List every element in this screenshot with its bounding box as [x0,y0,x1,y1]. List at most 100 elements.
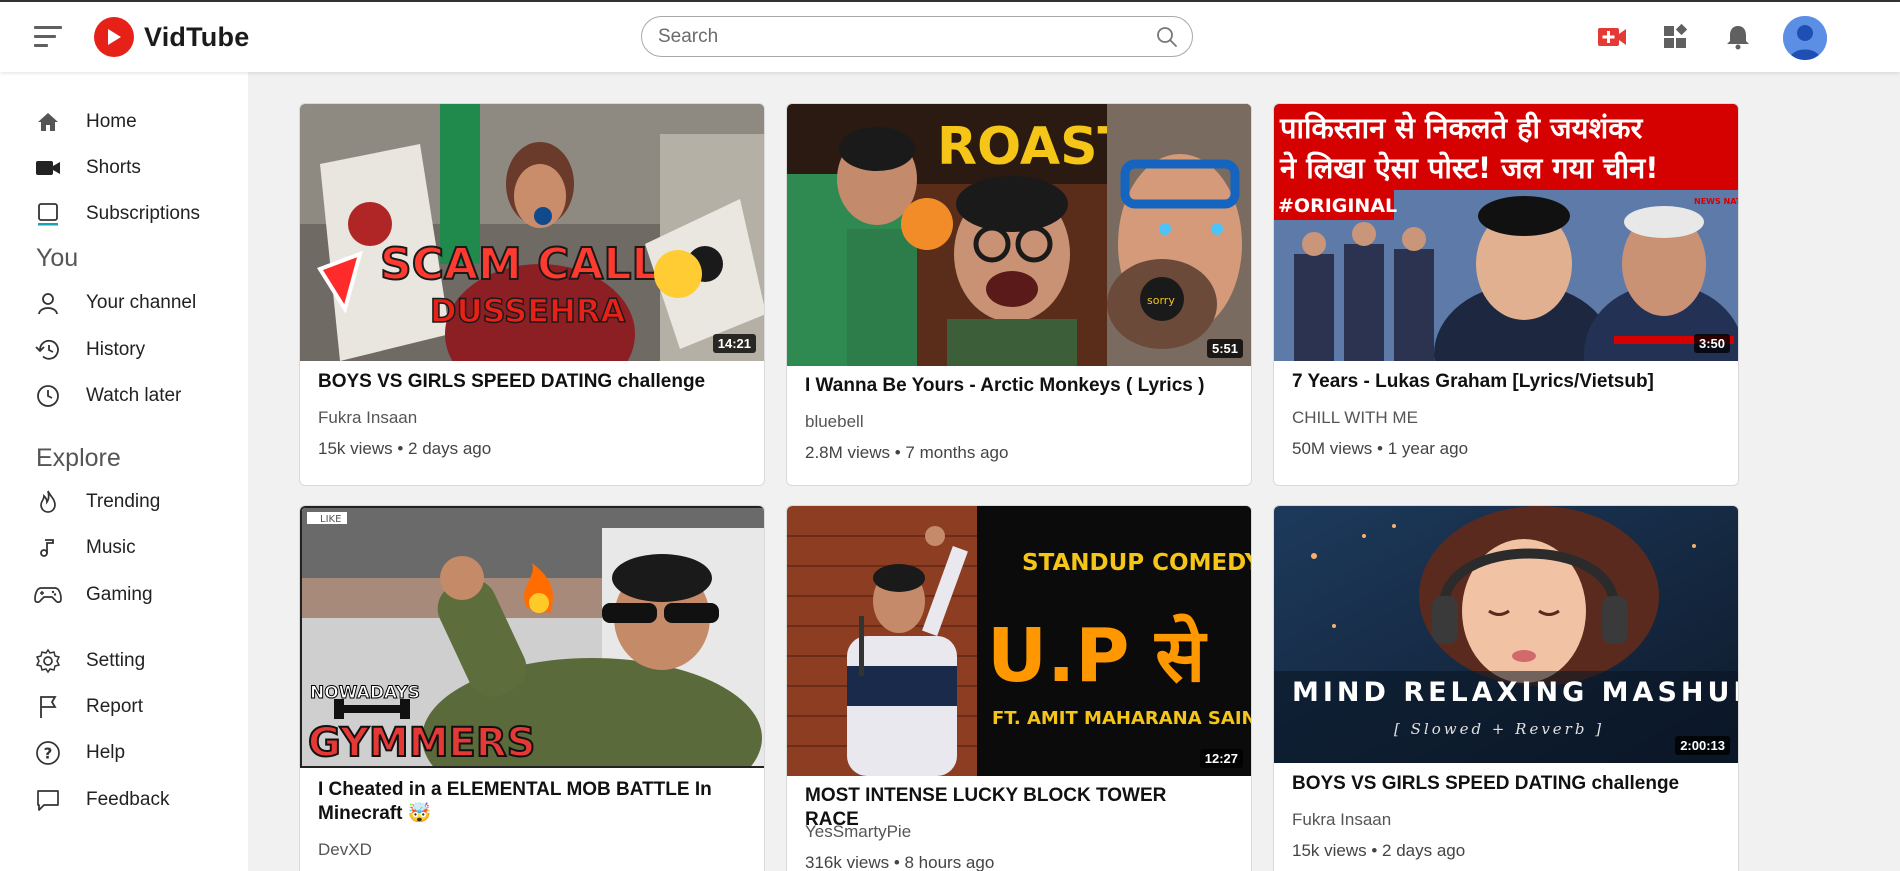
sidebar-item-home[interactable]: Home [34,105,244,139]
top-header: VidTube [0,2,1900,72]
sidebar-item-label: History [86,339,146,360]
sidebar-item-report[interactable]: Report [34,690,244,724]
video-meta: 15k views • 2 days ago [318,439,492,458]
thumbnail-text: U.P से [987,613,1208,699]
thumbnail-text: FT. AMIT MAHARANA SAINI [992,708,1252,729]
sidebar-item-label: Home [86,111,137,132]
sidebar-item-label: Music [86,537,136,558]
video-channel[interactable]: Fukra Insaan [318,408,417,428]
thumbnail-text: NEWS NATION DIGITAL [1694,197,1739,206]
sidebar-item-label: Shorts [86,157,141,178]
thumbnail-text: SCAM CALL [380,239,660,290]
thumbnail-text: ROAST [937,117,1134,177]
user-avatar-icon[interactable] [1783,16,1827,60]
sidebar-item-history[interactable]: History [34,333,244,367]
video-camera-add-icon[interactable] [1597,24,1627,50]
sidebar-section-you: You [36,244,79,272]
thumbnail-text: sorry [1147,294,1175,307]
sidebar-item-watch-later[interactable]: Watch later [34,379,244,413]
sidebar-item-label: Help [86,742,126,763]
video-channel[interactable]: DevXD [318,840,372,860]
home-icon [34,108,62,136]
sidebar-item-your-channel[interactable]: Your channel [34,286,244,320]
logo[interactable]: VidTube [94,17,249,57]
sidebar-item-label: Report [86,696,144,717]
thumbnail-text: DUSSEHRA [430,292,625,330]
sidebar-item-label: Gaming [86,584,153,605]
flag-icon [34,693,62,721]
video-duration: 12:27 [1199,749,1243,768]
thumbnail-text: पाकिस्तान से निकलते ही जयशंकर [1279,111,1643,145]
thumbnail-text: STANDUP COMEDY [1022,550,1252,576]
thumbnail-text: LIKE [320,514,341,525]
sidebar-item-label: Setting [86,650,146,671]
sidebar-item-trending[interactable]: Trending [34,485,244,519]
sidebar-item-label: Trending [86,491,161,512]
thumbnail-text: MIND RELAXING MASHUP [1292,677,1739,708]
menu-icon[interactable] [34,24,64,50]
video-title[interactable]: BOYS VS GIRLS SPEED DATING challenge [1292,772,1712,796]
video-card[interactable]: MIND RELAXING MASHUP [ Slowed + Reverb ]… [1273,505,1739,871]
user-icon [34,289,62,317]
flame-icon [34,488,62,516]
video-channel[interactable]: bluebell [805,412,864,432]
video-duration: 14:21 [712,334,756,353]
video-card[interactable]: ROAST sorry 5:51 I Wanna Be Yours - Arct… [786,103,1252,486]
sidebar-section-explore: Explore [36,444,121,472]
sidebar-item-help[interactable]: ? Help [34,736,244,770]
video-card[interactable]: पाकिस्तान से निकलते ही जयशंकर ने लिखा ऐस… [1273,103,1739,486]
video-duration: 5:51 [1206,339,1243,358]
shorts-icon [34,154,62,182]
search-icon[interactable] [1156,26,1178,48]
video-title[interactable]: BOYS VS GIRLS SPEED DATING challenge [318,370,738,394]
thumbnail-text: ने लिखा ऐसा पोस्ट! जल गया चीन! [1279,151,1658,185]
apps-grid-icon[interactable] [1661,24,1691,50]
sidebar-item-gaming[interactable]: Gaming [34,578,244,612]
video-meta: 50M views • 1 year ago [1292,439,1469,458]
sidebar-item-subscriptions[interactable]: Subscriptions [34,197,244,231]
video-card[interactable]: STANDUP COMEDY U.P से FT. AMIT MAHARANA … [786,505,1252,871]
history-icon [34,336,62,364]
gamepad-icon [34,581,62,609]
thumbnail-text: [ Slowed + Reverb ] [1394,720,1604,738]
video-thumbnail[interactable]: SCAM CALL DUSSEHRA 14:21 [300,104,764,361]
thumbnail-text: GYMMERS [308,720,535,766]
help-icon: ? [34,739,62,767]
music-note-icon [34,534,62,562]
video-card[interactable]: SCAM CALL DUSSEHRA 14:21 BOYS VS GIRLS S… [299,103,765,486]
video-meta: 15k views • 2 days ago [1292,841,1466,860]
video-channel[interactable]: YesSmartyPie [805,822,911,842]
video-channel[interactable]: CHILL WITH ME [1292,408,1418,428]
video-meta: 2.8M views • 7 months ago [805,443,1009,462]
video-card[interactable]: LIKE NOWADAYS GYMMERS I Cheated in a ELE… [299,505,765,871]
video-thumbnail[interactable]: MIND RELAXING MASHUP [ Slowed + Reverb ]… [1274,506,1739,763]
svg-text:?: ? [44,745,53,763]
sidebar-item-label: Watch later [86,385,182,406]
notification-bell-icon[interactable] [1723,24,1753,50]
sidebar-item-feedback[interactable]: Feedback [34,783,244,817]
video-thumbnail[interactable]: ROAST sorry 5:51 [787,104,1251,366]
search-input[interactable] [658,25,1138,49]
video-title[interactable]: I Wanna Be Yours - Arctic Monkeys ( Lyri… [805,374,1225,398]
video-thumbnail[interactable]: LIKE NOWADAYS GYMMERS [300,506,764,768]
gear-icon [34,647,62,675]
video-channel[interactable]: Fukra Insaan [1292,810,1391,830]
video-title[interactable]: I Cheated in a ELEMENTAL MOB BATTLE In M… [318,778,738,826]
sidebar-item-label: Your channel [86,292,197,313]
video-meta: 316k views • 8 hours ago [805,853,995,871]
sidebar-item-music[interactable]: Music [34,531,244,565]
sidebar-item-label: Subscriptions [86,203,201,224]
video-duration: 3:50 [1693,334,1730,353]
video-title[interactable]: 7 Years - Lukas Graham [Lyrics/Vietsub] [1292,370,1712,394]
video-duration: 2:00:13 [1675,736,1730,755]
sidebar: Home Shorts Subscriptions You Your chann… [0,72,248,871]
search-bar [641,16,1193,57]
thumbnail-text: #ORIGINAL [1278,195,1397,217]
sidebar-item-label: Feedback [86,789,170,810]
sidebar-item-shorts[interactable]: Shorts [34,151,244,185]
logo-play-icon [94,17,134,57]
feedback-icon [34,786,62,814]
video-thumbnail[interactable]: पाकिस्तान से निकलते ही जयशंकर ने लिखा ऐस… [1274,104,1739,361]
sidebar-item-setting[interactable]: Setting [34,644,244,678]
video-thumbnail[interactable]: STANDUP COMEDY U.P से FT. AMIT MAHARANA … [787,506,1252,776]
